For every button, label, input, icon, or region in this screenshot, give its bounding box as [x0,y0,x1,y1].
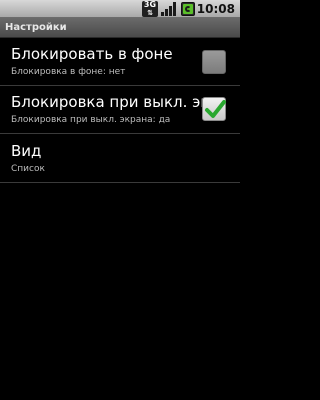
network-type-label: 3G [143,0,157,9]
pref-title: Блокировать в фоне [11,45,173,63]
pref-title: Вид [11,142,42,160]
status-clock: 10:08 [196,2,235,16]
pref-summary: Список [11,164,45,174]
lock-on-screen-off-checkbox[interactable] [202,97,226,121]
pref-lock-in-background[interactable]: Блокировать в фоне Блокировка в фоне: не… [0,39,240,86]
pref-view[interactable]: Вид Список [0,135,240,183]
pref-lock-on-screen-off[interactable]: Блокировка при выкл. экр Блокировка при … [0,87,240,134]
status-bar: 3G ⇅ 10:08 [0,0,240,18]
pref-summary: Блокировка в фоне: нет [11,67,126,77]
network-3g-icon: 3G ⇅ [142,0,158,17]
title-bar: Настройки [0,18,240,38]
screen-title: Настройки [5,22,67,33]
lock-in-background-checkbox[interactable] [202,50,226,74]
checkmark-icon [205,100,226,118]
battery-charging-icon [181,2,195,16]
pref-summary: Блокировка при выкл. экрана: да [11,115,171,125]
signal-icon [161,2,176,16]
pref-title: Блокировка при выкл. экр [11,93,203,111]
